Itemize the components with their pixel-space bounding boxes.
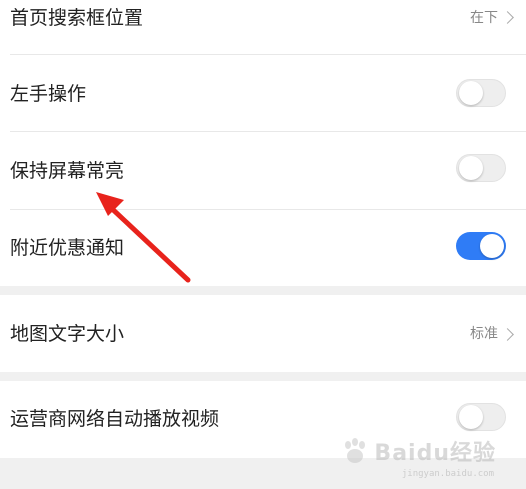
row-label: 左手操作 — [10, 83, 87, 105]
settings-page: 首页搜索框位置 在下 左手操作 保持屏幕常亮 附近优惠通知 地图文字大小 标准 … — [0, 0, 526, 489]
row-label: 运营商网络自动播放视频 — [10, 408, 220, 430]
toggle-knob — [459, 81, 483, 105]
row-label: 保持屏幕常亮 — [10, 160, 125, 182]
paw-logo-icon — [345, 438, 366, 463]
row-nearby-deals-notification: 附近优惠通知 — [0, 210, 526, 286]
row-keep-screen-on: 保持屏幕常亮 — [0, 132, 526, 209]
chevron-right-icon — [501, 328, 514, 341]
row-value: 标准 — [470, 326, 498, 342]
watermark-text: Baidu经验 — [374, 441, 496, 466]
toggle-knob — [480, 234, 504, 258]
row-left-hand-mode: 左手操作 — [0, 55, 526, 132]
row-value: 在下 — [470, 10, 498, 26]
row-label: 地图文字大小 — [10, 323, 125, 345]
toggle-knob — [459, 156, 483, 180]
left-hand-mode-toggle[interactable] — [456, 79, 506, 107]
row-label: 附近优惠通知 — [10, 237, 125, 259]
settings-group-general: 首页搜索框位置 在下 左手操作 保持屏幕常亮 附近优惠通知 — [0, 0, 526, 286]
baidu-jingyan-watermark: Baidu经验 — [340, 435, 496, 467]
row-map-text-size[interactable]: 地图文字大小 标准 — [0, 295, 526, 372]
watermark-url: jingyan.baidu.com — [401, 469, 494, 479]
keep-screen-on-toggle[interactable] — [456, 154, 506, 182]
row-search-box-position[interactable]: 首页搜索框位置 在下 — [0, 0, 526, 55]
toggle-knob — [459, 405, 483, 429]
nearby-deals-notification-toggle[interactable] — [456, 232, 506, 260]
row-label: 首页搜索框位置 — [10, 7, 144, 29]
carrier-network-autoplay-toggle[interactable] — [456, 403, 506, 431]
chevron-right-icon — [501, 11, 514, 24]
settings-group-map: 地图文字大小 标准 — [0, 295, 526, 372]
